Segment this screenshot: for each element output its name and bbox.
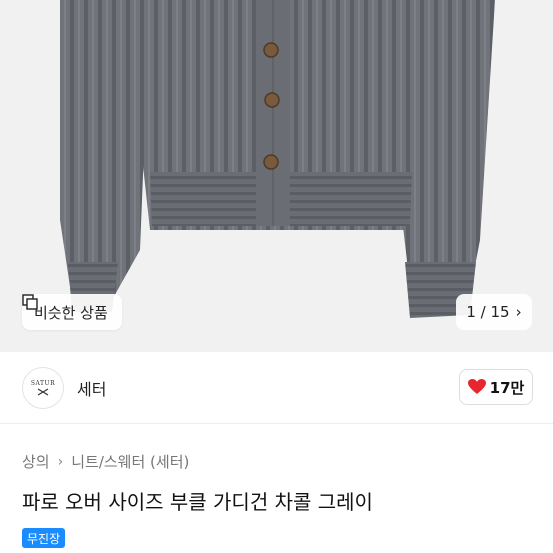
brand-name[interactable]: 세터 [77,376,106,400]
promo-badge: 무진장 [22,528,66,548]
copy-icon [22,294,38,310]
heart-icon [467,379,486,394]
breadcrumb-item-subcategory[interactable]: 니트/스웨터 (세터) [71,451,189,472]
product-image[interactable]: 비슷한 상품 1 / 15 › [0,0,553,352]
brand-logo[interactable]: SATUR [22,367,64,409]
similar-products-label: 비슷한 상품 [34,303,108,322]
image-counter[interactable]: 1 / 15 › [456,294,532,330]
chevron-right-icon: › [57,453,64,470]
product-title: 파로 오버 사이즈 부클 가디건 차콜 그레이 [22,490,373,514]
brand-mark-icon [37,388,49,396]
image-counter-text: 1 / 15 [466,303,510,321]
breadcrumb: 상의 › 니트/스웨터 (세터) [22,451,189,472]
like-count: 17만 [489,378,525,397]
breadcrumb-item-category[interactable]: 상의 [22,451,50,472]
similar-products-button[interactable]: 비슷한 상품 [22,294,122,330]
like-button[interactable]: 17만 [459,369,533,405]
brand-logo-text: SATUR [30,380,56,387]
chevron-right-icon: › [515,303,522,321]
